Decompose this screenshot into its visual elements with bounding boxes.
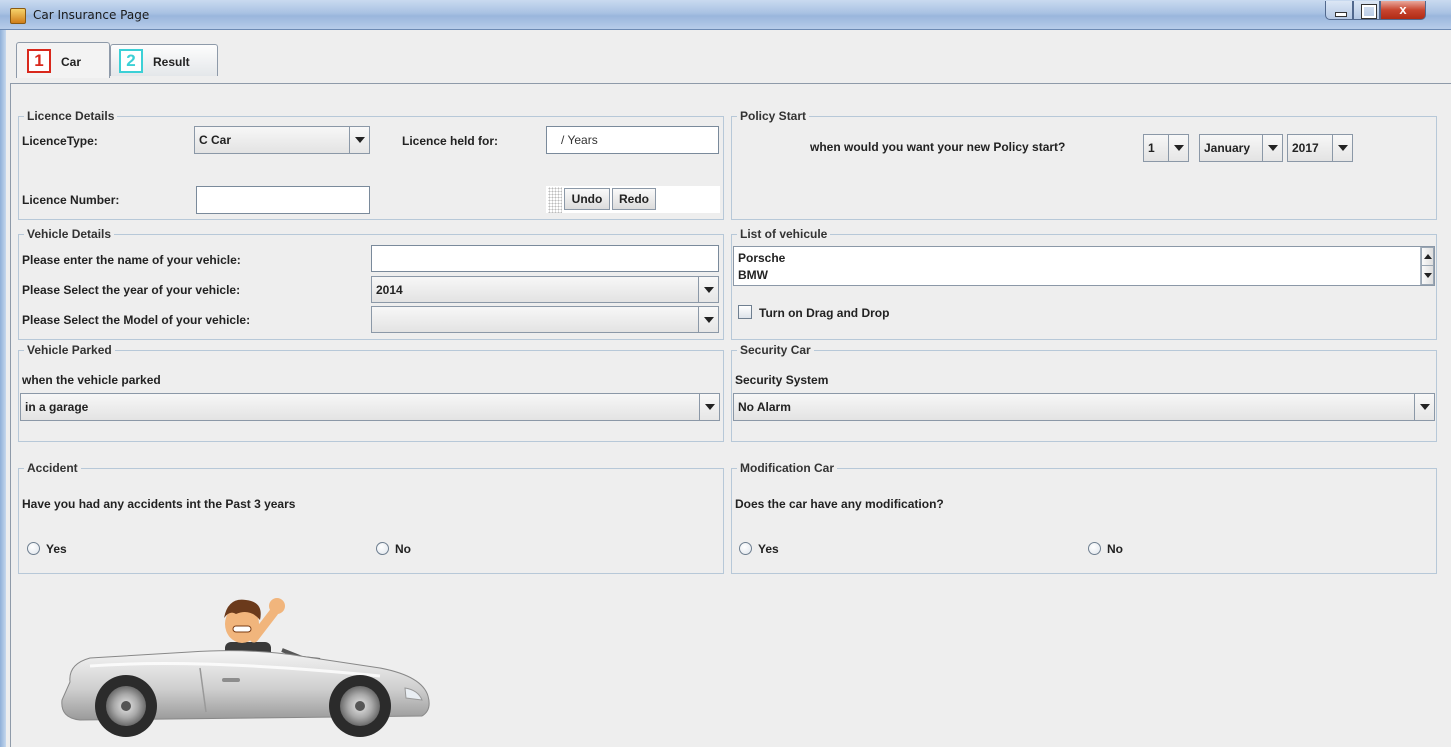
modification-question: Does the car have any modification?	[735, 497, 944, 511]
parked-value: in a garage	[25, 400, 89, 414]
licence-number-label: Licence Number:	[22, 193, 120, 207]
modification-legend: Modification Car	[737, 461, 838, 475]
car-driver-illustration-icon	[61, 598, 430, 737]
undo-button[interactable]: Undo	[564, 188, 610, 210]
policy-day-value: 1	[1148, 141, 1155, 155]
tab-car[interactable]: 1 Car	[16, 42, 110, 78]
chevron-down-icon	[698, 307, 718, 332]
policy-month-value: January	[1204, 141, 1251, 155]
parked-question: when the vehicle parked	[22, 373, 161, 387]
modification-yes-label: Yes	[758, 542, 779, 556]
vehicle-name-input[interactable]	[371, 245, 719, 272]
licence-held-label: Licence held for:	[402, 134, 499, 148]
tab-result[interactable]: 2 Result	[110, 44, 218, 76]
list-item[interactable]: Porsche	[738, 251, 785, 265]
vehicle-year-value: 2014	[376, 282, 403, 297]
vehicle-model-select[interactable]	[371, 306, 719, 333]
accident-legend: Accident	[24, 461, 81, 475]
accident-no-label: No	[395, 542, 411, 556]
chevron-down-icon	[1168, 135, 1188, 161]
security-car-legend: Security Car	[737, 343, 814, 357]
toolbar-grip-icon[interactable]	[548, 187, 562, 213]
vehicle-model-label: Please Select the Model of your vehicle:	[22, 313, 251, 327]
java-app-icon	[10, 8, 26, 24]
licence-type-value: C Car	[199, 133, 232, 147]
tab-number-1: 1	[27, 49, 51, 73]
vehicle-year-label: Please Select the year of your vehicle:	[22, 283, 241, 297]
scroll-up-icon[interactable]	[1421, 247, 1434, 267]
licence-type-label: LicenceType:	[22, 134, 98, 148]
policy-year-select[interactable]: 2017	[1287, 134, 1353, 162]
policy-year-value: 2017	[1292, 141, 1319, 155]
minimize-button[interactable]	[1325, 1, 1353, 20]
vehicle-details-legend: Vehicle Details	[24, 227, 115, 241]
chevron-down-icon	[349, 127, 369, 153]
accident-question: Have you had any accidents int the Past …	[22, 497, 296, 511]
window-frame-edge	[0, 30, 6, 747]
policy-start-legend: Policy Start	[737, 109, 810, 123]
licence-type-select[interactable]: C Car	[194, 126, 370, 154]
undo-redo-toolbar: Undo Redo	[546, 186, 720, 213]
licence-held-input[interactable]: / Years	[546, 126, 719, 154]
licence-details-legend: Licence Details	[24, 109, 118, 123]
accident-panel: Accident	[18, 461, 724, 574]
redo-button[interactable]: Redo	[612, 188, 656, 210]
vehicle-list[interactable]: Porsche BMW	[733, 246, 1435, 286]
modification-yes-radio[interactable]	[739, 542, 752, 555]
title-bar	[0, 0, 1451, 30]
accident-yes-label: Yes	[46, 542, 67, 556]
chevron-down-icon	[699, 394, 719, 420]
chevron-down-icon	[698, 277, 718, 302]
accident-yes-radio[interactable]	[27, 542, 40, 555]
chevron-down-icon	[1414, 394, 1434, 420]
drag-drop-label: Turn on Drag and Drop	[759, 306, 890, 320]
window-title: Car Insurance Page	[33, 8, 150, 22]
tab-number-2: 2	[119, 49, 143, 73]
close-button[interactable]: x	[1380, 1, 1426, 20]
chevron-down-icon	[1262, 135, 1282, 161]
security-question: Security System	[735, 373, 829, 387]
policy-start-question: when would you want your new Policy star…	[810, 140, 1066, 154]
vehicle-year-select[interactable]: 2014	[371, 276, 719, 303]
accident-no-radio[interactable]	[376, 542, 389, 555]
parked-select[interactable]: in a garage	[20, 393, 720, 421]
security-select[interactable]: No Alarm	[733, 393, 1435, 421]
licence-number-input[interactable]	[196, 186, 370, 214]
modification-no-radio[interactable]	[1088, 542, 1101, 555]
tab-strip: 1 Car 2 Result	[10, 42, 1451, 84]
policy-month-select[interactable]: January	[1199, 134, 1283, 162]
tab-label-car: Car	[61, 55, 82, 69]
vehicle-name-label: Please enter the name of your vehicle:	[22, 253, 241, 267]
scroll-down-icon[interactable]	[1421, 265, 1434, 285]
vehicle-list-legend: List of vehicule	[737, 227, 831, 241]
vehicle-list-scrollbar[interactable]	[1420, 247, 1434, 285]
chevron-down-icon	[1332, 135, 1352, 161]
list-item[interactable]: BMW	[738, 268, 768, 282]
policy-start-panel: Policy Start	[731, 109, 1437, 220]
modification-panel: Modification Car	[731, 461, 1437, 574]
security-value: No Alarm	[738, 400, 791, 414]
modification-no-label: No	[1107, 542, 1123, 556]
policy-day-select[interactable]: 1	[1143, 134, 1189, 162]
maximize-button[interactable]	[1353, 1, 1380, 20]
vehicle-parked-legend: Vehicle Parked	[24, 343, 115, 357]
drag-drop-checkbox[interactable]	[738, 305, 752, 319]
tab-label-result: Result	[153, 55, 190, 69]
